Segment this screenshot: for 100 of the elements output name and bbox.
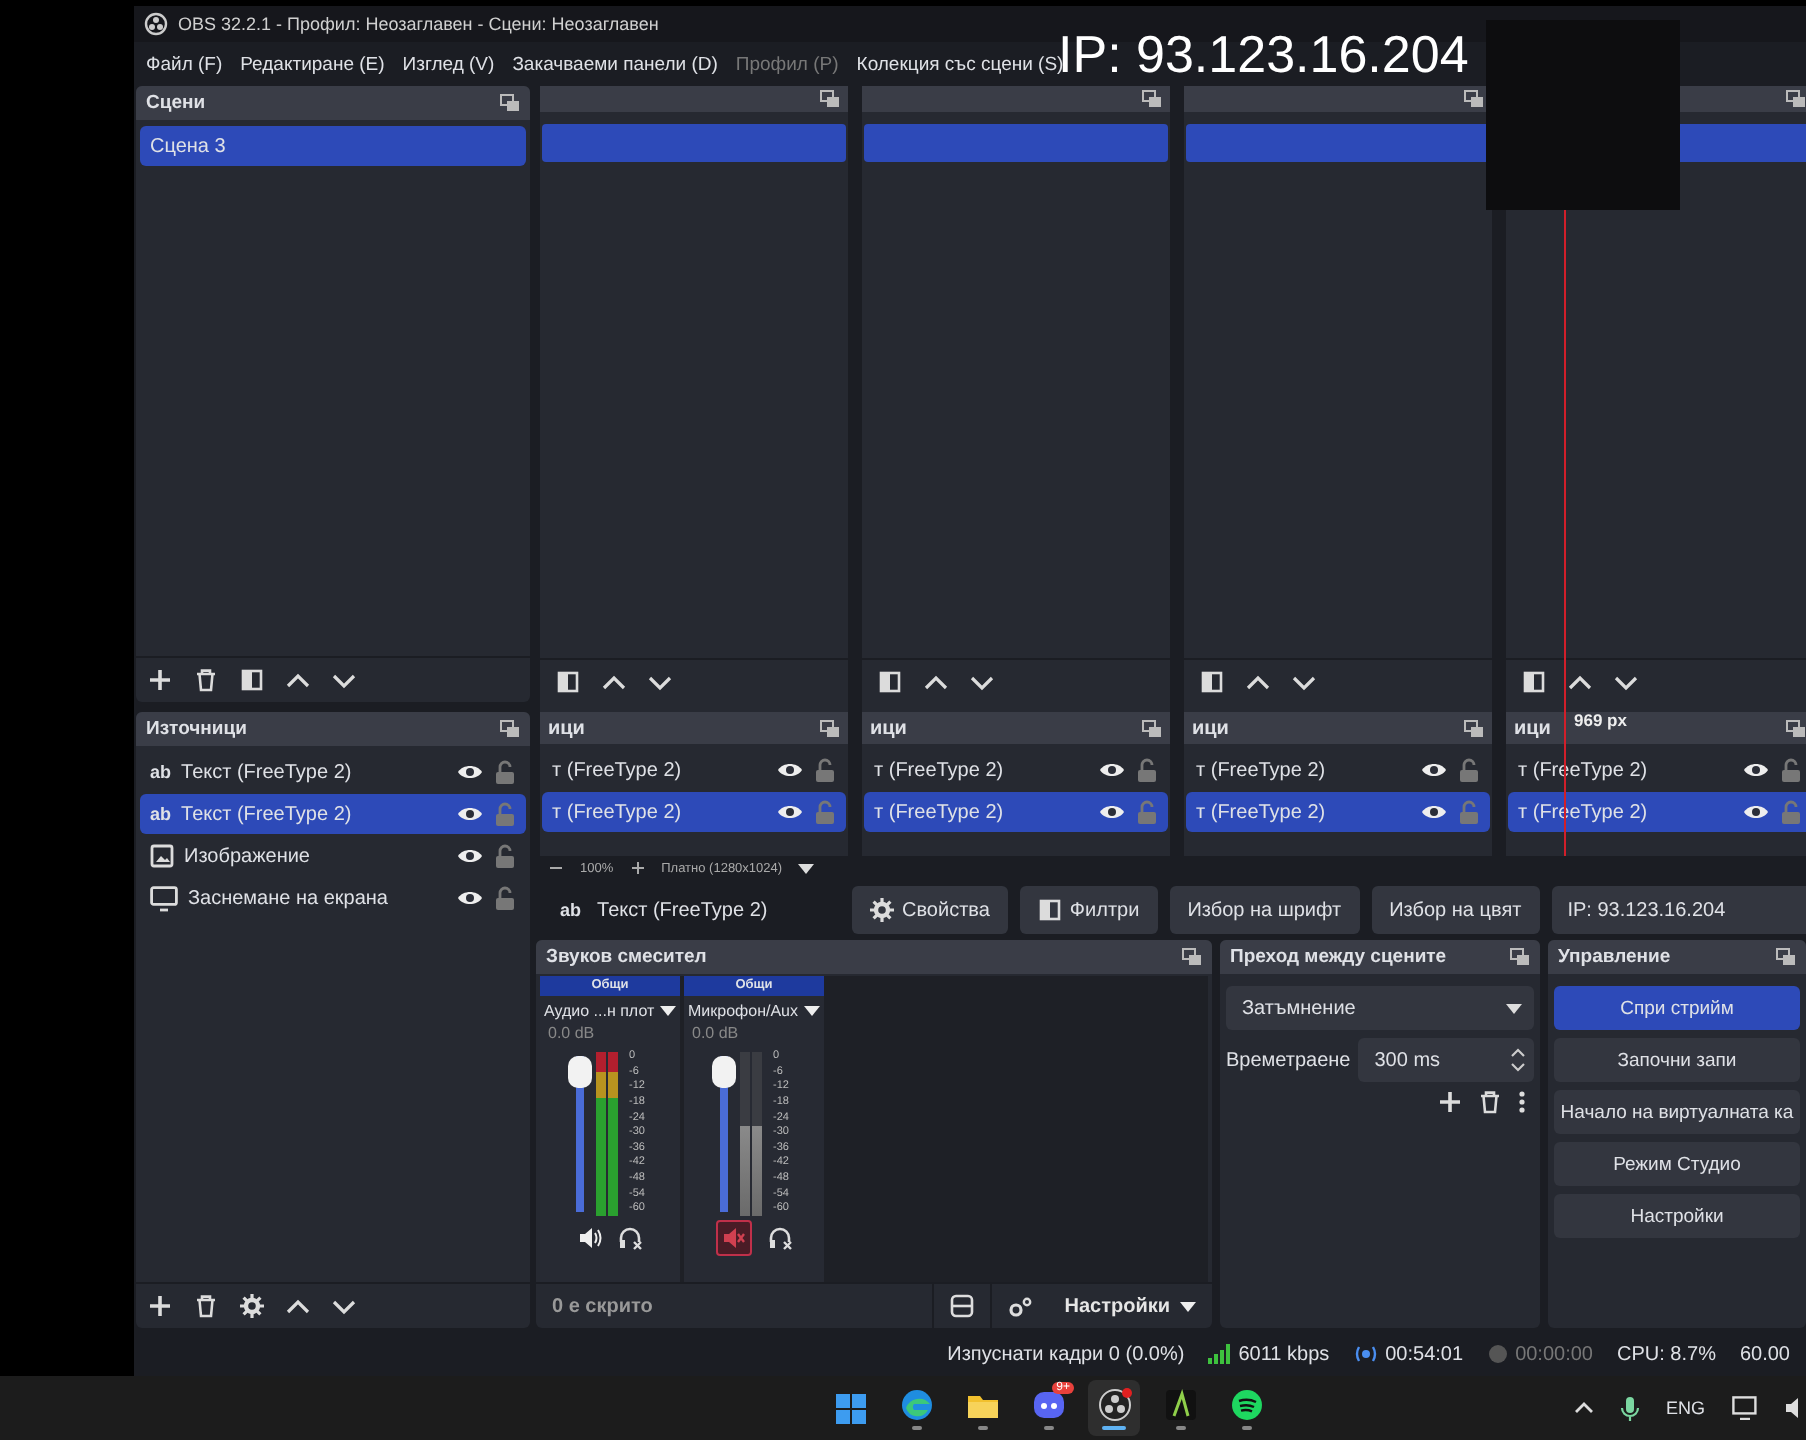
float-icon[interactable] [500, 720, 520, 738]
chevron-up-icon[interactable] [1246, 671, 1270, 693]
eye-icon[interactable] [1742, 800, 1770, 824]
menu-item[interactable]: Колекция със сцени (S) [856, 53, 1064, 75]
source-item[interactable]: т (FreeType 2) [542, 792, 846, 832]
chevron-down-icon[interactable] [332, 1295, 356, 1317]
chevron-up-icon[interactable] [1574, 1400, 1594, 1416]
float-icon[interactable] [820, 719, 840, 737]
slider-thumb[interactable] [711, 1056, 736, 1088]
speaker-icon[interactable] [578, 1226, 602, 1250]
slider-thumb[interactable] [567, 1056, 592, 1088]
plus-icon[interactable] [148, 1294, 172, 1318]
unlock-icon[interactable] [814, 758, 836, 782]
chevron-down-icon[interactable] [970, 671, 994, 693]
control-button[interactable]: Спри стрийм [1554, 986, 1800, 1030]
taskbar-app[interactable] [1088, 1380, 1140, 1436]
float-icon[interactable] [1776, 948, 1796, 966]
filter-icon[interactable] [1200, 670, 1224, 694]
unlock-icon[interactable] [1780, 758, 1802, 782]
chevron-down-icon[interactable] [1292, 671, 1316, 693]
eye-icon[interactable] [776, 758, 804, 782]
gears-icon[interactable] [1008, 1295, 1033, 1317]
duration-field[interactable]: 300 ms [1358, 1038, 1534, 1082]
plus-icon[interactable] [629, 862, 646, 874]
headphones-icon[interactable] [618, 1226, 642, 1250]
layout-icon[interactable] [950, 1294, 975, 1318]
filter-icon[interactable] [878, 670, 902, 694]
chevron-up-icon[interactable] [286, 669, 310, 691]
unlock-icon[interactable] [494, 760, 516, 784]
spin-arrows-icon[interactable] [1510, 1048, 1526, 1072]
settings-dropdown[interactable]: Настройки [1048, 1295, 1212, 1317]
eye-icon[interactable] [1742, 758, 1770, 782]
source-item[interactable]: т (FreeType 2) [1186, 792, 1490, 832]
eye-icon[interactable] [456, 760, 484, 784]
eye-icon[interactable] [1098, 758, 1126, 782]
toolbar-button[interactable]: Свойства [852, 886, 1008, 934]
eye-icon[interactable] [456, 886, 484, 910]
plus-icon[interactable] [1438, 1090, 1462, 1114]
caret-icon[interactable] [798, 863, 815, 873]
float-icon[interactable] [1786, 90, 1806, 108]
unlock-icon[interactable] [494, 844, 516, 868]
menu-item[interactable]: Закачваеми панели (D) [512, 53, 718, 75]
eye-icon[interactable] [1098, 800, 1126, 824]
microphone-icon[interactable] [1620, 1395, 1640, 1421]
eye-icon[interactable] [456, 844, 484, 868]
menu-item[interactable]: Редактиране (E) [240, 53, 385, 75]
filter-icon[interactable] [1037, 898, 1062, 922]
chevron-up-icon[interactable] [924, 671, 948, 693]
headphones-icon[interactable] [768, 1226, 792, 1250]
toolbar-button[interactable]: Избор на цвят [1371, 886, 1540, 934]
source-item[interactable]: т (FreeType 2) [542, 750, 846, 790]
caret-icon[interactable] [660, 1005, 676, 1015]
settings-icon[interactable] [870, 898, 894, 922]
float-icon[interactable] [1786, 719, 1806, 737]
control-button[interactable]: Започни запи [1554, 1038, 1800, 1082]
float-icon[interactable] [1464, 90, 1484, 108]
more-icon[interactable] [1518, 1090, 1526, 1114]
monitor-icon[interactable] [1731, 1396, 1758, 1420]
unlock-icon[interactable] [1136, 758, 1158, 782]
text-field[interactable]: IP: 93.123.16.204 [1551, 886, 1806, 934]
settings-icon[interactable] [240, 1294, 264, 1318]
filter-icon[interactable] [556, 670, 580, 694]
filter-icon[interactable] [1522, 670, 1546, 694]
trash-icon[interactable] [1478, 1090, 1502, 1114]
trash-icon[interactable] [194, 668, 218, 692]
toolbar-button[interactable]: Филтри [1019, 886, 1158, 934]
source-item[interactable]: т (FreeType 2) [864, 792, 1168, 832]
control-button[interactable]: Режим Студио [1554, 1142, 1800, 1186]
source-item[interactable]: ab Текст (FreeType 2) [140, 752, 526, 792]
chevron-up-icon[interactable] [286, 1295, 310, 1317]
eye-icon[interactable] [456, 802, 484, 826]
plus-icon[interactable] [148, 668, 172, 692]
source-item[interactable]: т (FreeType 2) [1186, 750, 1490, 790]
speaker-icon[interactable] [1783, 1396, 1800, 1420]
minus-icon[interactable] [548, 862, 564, 874]
filter-icon[interactable] [240, 668, 264, 692]
float-icon[interactable] [1464, 719, 1484, 737]
source-item[interactable]: т (FreeType 2) [864, 750, 1168, 790]
chevron-down-icon[interactable] [648, 671, 672, 693]
source-item[interactable]: ab Текст (FreeType 2) [140, 794, 526, 834]
trash-icon[interactable] [194, 1294, 218, 1318]
float-icon[interactable] [1182, 948, 1202, 966]
eye-icon[interactable] [776, 800, 804, 824]
control-button[interactable]: Начало на виртуалната ка [1554, 1090, 1800, 1134]
float-icon[interactable] [500, 94, 520, 112]
chevron-down-icon[interactable] [1614, 671, 1638, 693]
scene-item[interactable]: Сцена 3 [140, 126, 526, 166]
eye-icon[interactable] [1420, 800, 1448, 824]
chevron-up-icon[interactable] [1568, 671, 1592, 693]
unlock-icon[interactable] [494, 886, 516, 910]
language-indicator[interactable]: ENG [1666, 1398, 1706, 1418]
menu-item[interactable]: Файл (F) [146, 53, 223, 75]
float-icon[interactable] [820, 90, 840, 108]
transition-dropdown[interactable]: Затъмнение [1226, 986, 1534, 1030]
source-item[interactable]: Изображение [140, 836, 526, 876]
source-item[interactable]: Заснемане на екрана [140, 878, 526, 918]
unlock-icon[interactable] [1458, 758, 1480, 782]
float-icon[interactable] [1510, 948, 1530, 966]
float-icon[interactable] [1142, 90, 1162, 108]
float-icon[interactable] [1142, 719, 1162, 737]
